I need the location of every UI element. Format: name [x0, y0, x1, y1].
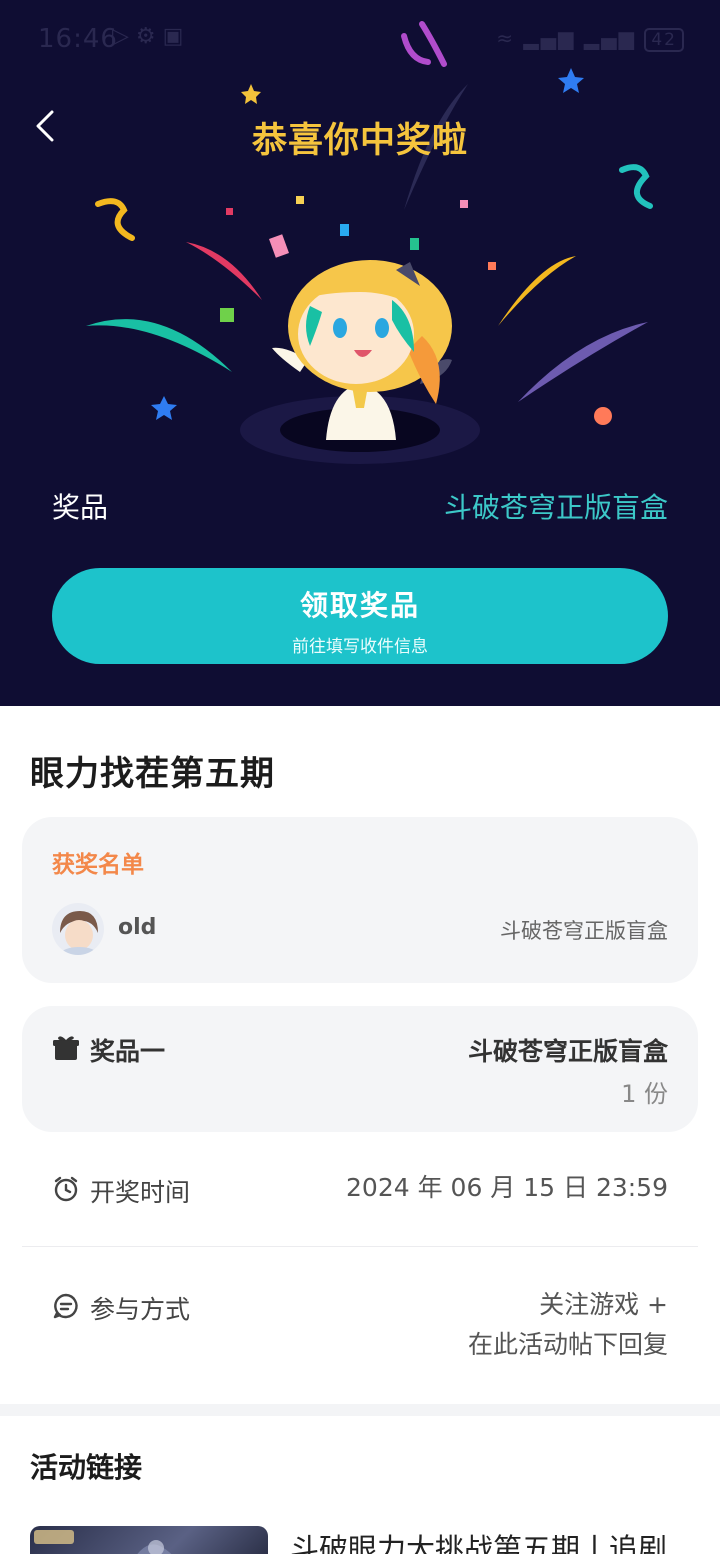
congrats-title: 恭喜你中奖啦 — [251, 121, 468, 161]
participation-line-1: 关注游戏 + — [539, 1290, 668, 1319]
confetti-swoosh — [86, 319, 232, 372]
celebration-illustration — [86, 21, 653, 464]
prize-item-name: 斗破苍穹正版盲盒 — [467, 1037, 668, 1066]
claim-button-subtitle: 前往填写收件信息 — [292, 637, 428, 657]
winner-prize: 斗破苍穹正版盲盒 — [500, 919, 668, 943]
confetti-swoosh — [518, 322, 648, 402]
confetti-swoosh — [498, 256, 576, 326]
claim-button-title: 领取奖品 — [299, 589, 420, 622]
thumbnail-image — [34, 1530, 172, 1554]
participation-line-2: 在此活动帖下回复 — [467, 1330, 668, 1359]
section-divider — [0, 1404, 720, 1416]
winners-card: 获奖名单 old 斗破苍穹正版盲盒 — [22, 817, 698, 983]
claim-prize-button[interactable]: 领取奖品 前往填写收件信息 — [52, 568, 668, 664]
gift-icon — [53, 1036, 79, 1060]
hero-banner: 16:46 ▷ ⚙ ▣ ≈ ▂▄▆ ▂▄▆ 42 恭喜你中奖啦 奖品 斗破苍穹正… — [0, 0, 720, 706]
draw-time-value: 2024 年 06 月 15 日 23:59 — [346, 1173, 668, 1202]
activity-links-title: 活动链接 — [30, 1451, 143, 1484]
winners-title: 获奖名单 — [52, 852, 144, 878]
prize-item-quantity: 1 份 — [621, 1080, 668, 1108]
prize-value: 斗破苍穹正版盲盒 — [443, 491, 668, 524]
divider — [22, 1246, 698, 1247]
activity-link-title[interactable]: 斗破眼力大挑战第五期丨追剧 — [290, 1526, 667, 1554]
event-title: 眼力找茬第五期 — [30, 754, 275, 794]
winner-name: old — [118, 915, 157, 940]
participation-value: 关注游戏 + 在此活动帖下回复 — [468, 1285, 668, 1365]
participation-label: 参与方式 — [90, 1295, 191, 1324]
avatar[interactable] — [52, 903, 104, 955]
avatar-image — [52, 903, 104, 955]
alarm-clock-icon — [54, 1176, 78, 1202]
activity-link-thumbnail[interactable] — [30, 1526, 268, 1554]
prize-card: 奖品一 斗破苍穹正版盲盒 1 份 — [22, 1006, 698, 1132]
prize-item-label: 奖品一 — [90, 1037, 166, 1066]
prize-label: 奖品 — [52, 491, 109, 524]
chat-bubble-icon — [53, 1293, 78, 1319]
draw-time-label: 开奖时间 — [90, 1178, 191, 1207]
confetti-swoosh — [186, 242, 262, 300]
